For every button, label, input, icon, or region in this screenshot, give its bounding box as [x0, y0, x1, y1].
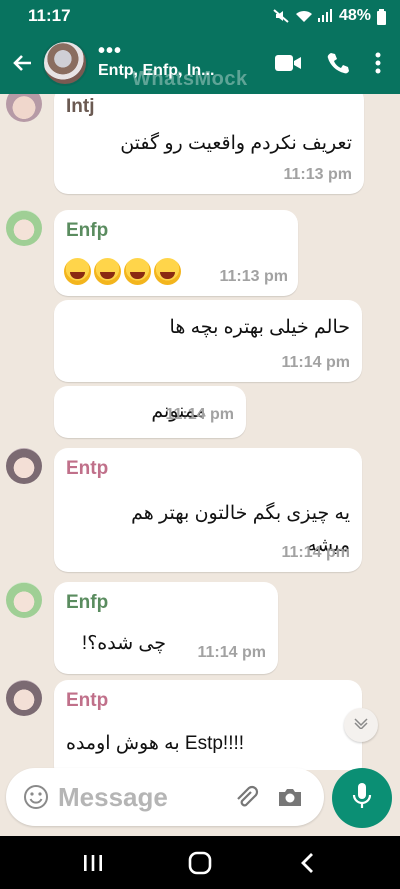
grinning-emoji-icon	[64, 258, 91, 285]
camera-icon[interactable]	[272, 779, 308, 815]
sender-name: Enfp	[66, 220, 109, 241]
message-bubble[interactable]: حالم خیلی بهتره بچه ها 11:14 pm	[54, 300, 362, 382]
status-bar: 11:17 48%	[0, 0, 400, 32]
scroll-down-button[interactable]	[344, 708, 378, 742]
grinning-emoji-icon	[94, 258, 121, 285]
grinning-emoji-icon	[154, 258, 181, 285]
avatar-enfp[interactable]	[6, 582, 42, 618]
avatar-entp[interactable]	[6, 448, 42, 484]
message-time: 11:14 pm	[281, 544, 350, 561]
avatar-enfp[interactable]	[6, 210, 42, 246]
message-bubble[interactable]: Intj تعریف نکردم واقعیت رو گفتن 11:13 pm	[54, 94, 364, 194]
battery-icon	[377, 9, 386, 25]
mute-icon	[273, 9, 289, 23]
message-time: 11:14 pm	[197, 644, 266, 661]
attach-icon[interactable]	[228, 779, 264, 815]
sender-name: Entp	[66, 690, 109, 711]
message-bubble[interactable]: Entp یه چیزی بگم خالتون بهتر هم میشه 11:…	[54, 448, 362, 572]
mic-icon	[351, 782, 373, 815]
message-time: 11:14 pm	[281, 354, 350, 371]
more-vert-icon[interactable]	[372, 47, 384, 79]
message-time: 11:13 pm	[283, 166, 352, 183]
sender-name: Entp	[66, 458, 109, 479]
status-time: 11:17	[28, 6, 71, 25]
video-call-icon[interactable]	[272, 47, 304, 79]
sender-name: Intj	[66, 96, 95, 117]
signal-icon	[317, 9, 333, 23]
message-composer	[6, 768, 324, 826]
grinning-emoji-icon	[124, 258, 151, 285]
message-text: یه چیزی بگم خالتون بهتر هم	[131, 503, 350, 524]
message-bubble[interactable]: Entp به هوش اومده Estp!!!!	[54, 680, 362, 770]
group-avatar[interactable]	[42, 40, 88, 86]
message-text: تعریف نکردم واقعیت رو گفتن	[120, 133, 352, 154]
message-input[interactable]	[58, 781, 228, 813]
back-arrow-icon[interactable]	[2, 43, 42, 83]
message-text: چی شده؟!	[81, 633, 166, 654]
back-nav-icon[interactable]	[285, 841, 329, 885]
home-icon[interactable]	[178, 841, 222, 885]
message-bubble[interactable]: ممنونم 11:14 pm	[54, 386, 246, 438]
message-text: به هوش اومده Estp!!!!	[66, 733, 245, 754]
phone-icon[interactable]	[322, 47, 354, 79]
chevron-down-icon	[353, 716, 369, 734]
message-time: 11:13 pm	[219, 268, 288, 285]
wifi-icon	[295, 9, 312, 23]
avatar-intj[interactable]	[6, 94, 42, 122]
emoji-row	[64, 258, 184, 285]
typing-dots: •••	[98, 40, 123, 62]
chat-header: ••• Entp, Enfp, In... WhatsMock	[0, 32, 400, 94]
battery-level: 48%	[338, 7, 371, 24]
sender-name: Enfp	[66, 592, 109, 613]
message-time: 11:14 pm	[165, 406, 234, 423]
avatar-entp[interactable]	[6, 680, 42, 716]
status-icons: 48%	[273, 7, 386, 25]
recents-icon[interactable]	[71, 841, 115, 885]
message-bubble[interactable]: Enfp 11:13 pm	[54, 210, 298, 296]
emoji-icon[interactable]	[16, 777, 56, 817]
message-text: حالم خیلی بهتره بچه ها	[169, 317, 350, 338]
message-list[interactable]: Intj تعریف نکردم واقعیت رو گفتن 11:13 pm…	[0, 94, 400, 770]
system-nav-bar	[0, 836, 400, 889]
mic-button[interactable]	[332, 768, 392, 828]
watermark: WhatsMock	[132, 68, 248, 90]
message-bubble[interactable]: Enfp چی شده؟! 11:14 pm	[54, 582, 278, 674]
